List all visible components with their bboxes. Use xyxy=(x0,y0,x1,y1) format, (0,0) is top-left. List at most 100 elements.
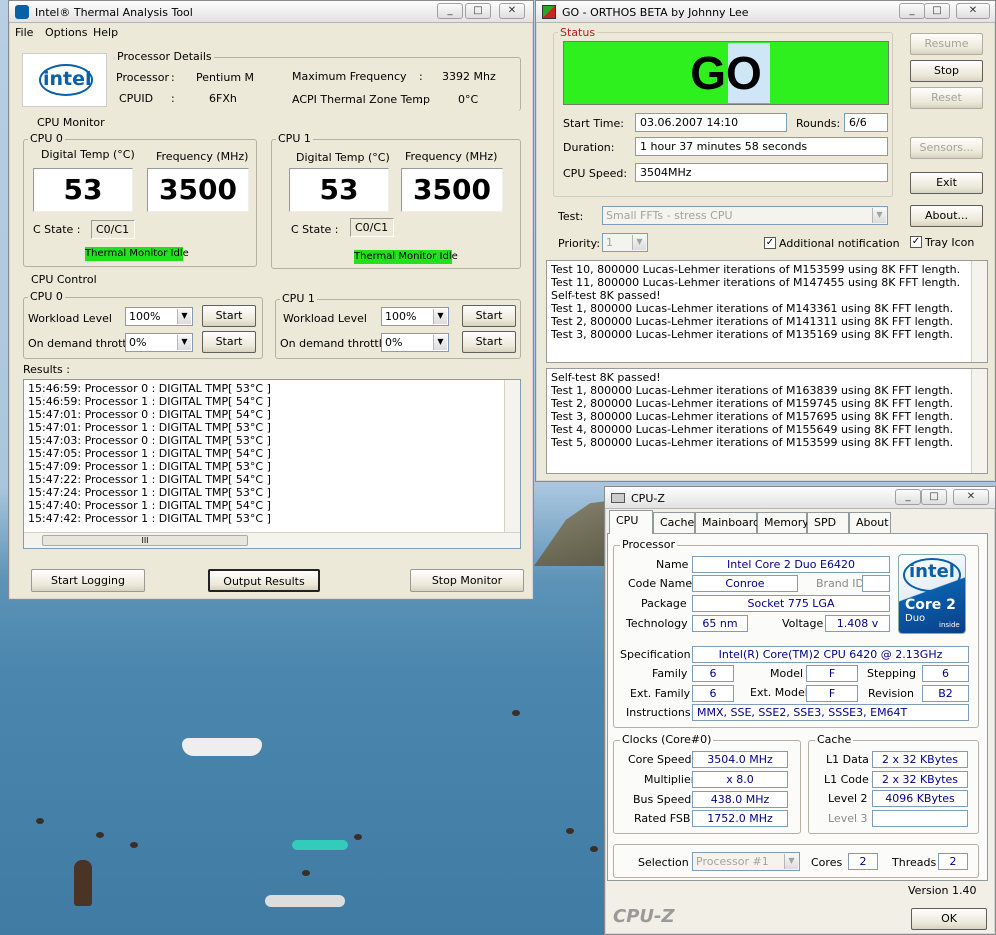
minimize-icon[interactable]: _ xyxy=(437,3,463,19)
cpu1-throttle-select[interactable]: 0% ▼ xyxy=(381,333,449,352)
log-top-scrollbar[interactable] xyxy=(971,261,987,362)
maximize-icon[interactable]: □ xyxy=(921,489,947,505)
sensors-button[interactable]: Sensors... xyxy=(910,137,983,159)
go-status-text: GO xyxy=(690,47,762,99)
start-time-value: 03.06.2007 14:10 xyxy=(635,113,787,132)
results-vertical-scrollbar[interactable] xyxy=(504,380,520,532)
package-value: Socket 775 LGA xyxy=(692,595,890,612)
log-bottom-scrollbar[interactable] xyxy=(971,369,987,473)
package-label: Package xyxy=(641,597,687,610)
cpu0-cstate-value: C0/C1 xyxy=(91,220,135,239)
test-select[interactable]: Small FFTs - stress CPU ▼ xyxy=(602,206,888,225)
codename-value: Conroe xyxy=(692,575,798,592)
start-logging-button[interactable]: Start Logging xyxy=(31,569,145,592)
results-list[interactable]: 15:46:59: Processor 0 : DIGITAL TMP[ 53°… xyxy=(23,379,521,549)
close-icon[interactable]: ✕ xyxy=(953,489,989,505)
codename-label: Code Name xyxy=(628,577,693,590)
chevron-down-icon[interactable]: ▼ xyxy=(632,235,646,250)
resume-button[interactable]: Resume xyxy=(910,33,983,55)
minimize-icon[interactable]: _ xyxy=(899,3,925,19)
title-bar[interactable]: GO - ORTHOS BETA by Johnny Lee _ □ ✕ xyxy=(536,1,995,23)
stop-monitor-button[interactable]: Stop Monitor xyxy=(410,569,524,592)
ext-family-value: 6 xyxy=(692,685,734,702)
intel-logo: intel xyxy=(22,53,107,107)
chevron-down-icon[interactable]: ▼ xyxy=(177,335,191,350)
title-bar[interactable]: CPU-Z _ □ ✕ xyxy=(605,487,995,509)
list-item: 15:47:24: Processor 1 : DIGITAL TMP[ 53°… xyxy=(28,486,271,499)
cpu1-cstate-label: C State : xyxy=(291,223,339,236)
exit-button[interactable]: Exit xyxy=(910,172,983,194)
start-time-label: Start Time: xyxy=(563,117,624,130)
family-value: 6 xyxy=(692,665,734,682)
background-swimmer xyxy=(130,842,138,848)
selection-select[interactable]: Processor #1 ▼ xyxy=(692,852,800,871)
cpu0-throttle-select[interactable]: 0% ▼ xyxy=(125,333,193,352)
cpu-monitor-label: CPU Monitor xyxy=(37,116,105,129)
background-pedal-boat xyxy=(182,738,262,756)
cpu1-workload-select[interactable]: 100% ▼ xyxy=(381,307,449,326)
cpu0-workload-start-button[interactable]: Start xyxy=(202,305,256,327)
chevron-down-icon[interactable]: ▼ xyxy=(177,309,191,324)
output-results-button[interactable]: Output Results xyxy=(208,569,320,592)
cpu-speed-value: 3504MHz xyxy=(635,163,888,182)
stop-button[interactable]: Stop xyxy=(910,60,983,82)
cpu0-control-label: CPU 0 xyxy=(28,290,65,303)
selection-label: Selection xyxy=(638,856,689,869)
minimize-icon[interactable]: _ xyxy=(895,489,921,505)
title-bar[interactable]: Intel® Thermal Analysis Tool _ □ ✕ xyxy=(9,1,533,23)
cpu0-workload-select[interactable]: 100% ▼ xyxy=(125,307,193,326)
level2-label: Level 2 xyxy=(828,792,868,805)
tab-mainboard[interactable]: Mainboard xyxy=(695,512,760,533)
colon: : xyxy=(419,70,423,83)
background-swimmer xyxy=(96,832,104,838)
tab-about[interactable]: About xyxy=(849,512,891,533)
tab-spd[interactable]: SPD xyxy=(807,512,849,533)
tab-cache[interactable]: Cache xyxy=(653,512,695,533)
stepping-value: 6 xyxy=(922,665,969,682)
tray-icon-checkbox[interactable]: ✓ xyxy=(910,236,922,248)
test-value: Small FFTs - stress CPU xyxy=(606,209,733,222)
cpuid-label: CPUID xyxy=(119,92,154,105)
tab-memory[interactable]: Memory xyxy=(757,512,809,533)
menu-file[interactable]: File xyxy=(15,26,33,39)
orthos-window: GO - ORTHOS BETA by Johnny Lee _ □ ✕ Sta… xyxy=(535,0,996,482)
threads-label: Threads xyxy=(892,856,937,869)
ok-button[interactable]: OK xyxy=(911,908,987,930)
threads-value: 2 xyxy=(938,853,968,870)
priority-select[interactable]: 1 ▼ xyxy=(602,233,648,252)
close-icon[interactable]: ✕ xyxy=(499,3,525,19)
menu-options[interactable]: Options xyxy=(45,26,87,39)
chevron-down-icon[interactable]: ▼ xyxy=(433,309,447,324)
list-item: Test 10, 800000 Lucas-Lehmer iterations … xyxy=(551,263,961,276)
revision-value: B2 xyxy=(922,685,969,702)
results-horizontal-scrollbar[interactable]: III xyxy=(24,532,520,548)
tab-cpu[interactable]: CPU xyxy=(609,510,653,534)
model-label: Model xyxy=(770,667,804,680)
menu-help[interactable]: Help xyxy=(93,26,118,39)
cpu-control-label: CPU Control xyxy=(31,273,97,286)
rated-fsb-value: 1752.0 MHz xyxy=(692,810,788,827)
orthos-log-top[interactable]: Test 10, 800000 Lucas-Lehmer iterations … xyxy=(546,260,988,363)
cpu1-throttle-start-button[interactable]: Start xyxy=(462,331,516,353)
orthos-app-icon xyxy=(542,5,556,19)
intel-app-icon xyxy=(15,5,29,19)
reset-button[interactable]: Reset xyxy=(910,87,983,109)
maximize-icon[interactable]: □ xyxy=(924,3,950,19)
chevron-down-icon[interactable]: ▼ xyxy=(872,208,886,223)
additional-notification-checkbox[interactable]: ✓ xyxy=(764,237,776,249)
cpu0-throttle-start-button[interactable]: Start xyxy=(202,331,256,353)
processor-details-label: Processor Details xyxy=(115,50,214,63)
about-button[interactable]: About... xyxy=(910,205,983,227)
cpu1-workload-start-button[interactable]: Start xyxy=(462,305,516,327)
cpu1-freq-label: Frequency (MHz) xyxy=(405,150,498,163)
scrollbar-thumb[interactable]: III xyxy=(42,535,248,546)
chevron-down-icon[interactable]: ▼ xyxy=(433,335,447,350)
cpu1-cstate-value: C0/C1 xyxy=(350,218,394,237)
maximize-icon[interactable]: □ xyxy=(465,3,491,19)
close-icon[interactable]: ✕ xyxy=(956,3,990,19)
chevron-down-icon[interactable]: ▼ xyxy=(784,854,798,869)
cpu0-temp-label: Digital Temp (°C) xyxy=(41,148,135,161)
max-frequency-value: 3392 Mhz xyxy=(442,70,496,83)
cpu0-temp-display: 53 xyxy=(33,168,133,212)
orthos-log-bottom[interactable]: Self-test 8K passed! Test 1, 800000 Luca… xyxy=(546,368,988,474)
